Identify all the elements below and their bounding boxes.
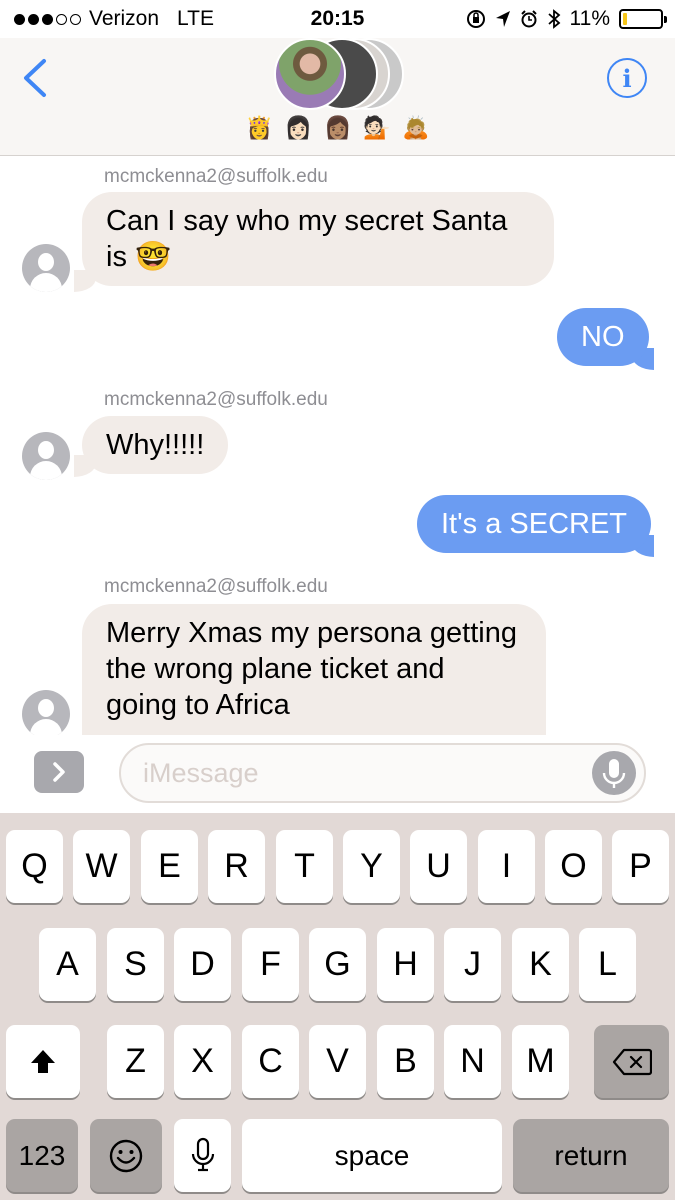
key-r[interactable]: R bbox=[208, 830, 265, 903]
participant-emoji: 🙇🏼 bbox=[402, 114, 432, 140]
dictation-button[interactable] bbox=[592, 751, 636, 795]
key-h[interactable]: H bbox=[377, 928, 434, 1001]
microphone-icon bbox=[191, 1137, 214, 1171]
space-key[interactable]: space bbox=[242, 1119, 502, 1192]
key-t[interactable]: T bbox=[276, 830, 333, 903]
shift-arrow-icon bbox=[31, 1049, 55, 1073]
key-y[interactable]: Y bbox=[343, 830, 400, 903]
participant-emojis[interactable]: 👸 👩🏻 👩🏽 💁🏻 🙇🏼 bbox=[0, 114, 675, 142]
key-b[interactable]: B bbox=[377, 1025, 434, 1098]
delete-key[interactable] bbox=[594, 1025, 669, 1098]
info-icon: i bbox=[622, 63, 632, 93]
key-u[interactable]: U bbox=[410, 830, 467, 903]
shift-key[interactable] bbox=[6, 1025, 80, 1098]
contact-avatar bbox=[22, 244, 70, 292]
dictation-key[interactable] bbox=[174, 1119, 231, 1192]
key-z[interactable]: Z bbox=[107, 1025, 164, 1098]
key-s[interactable]: S bbox=[107, 928, 164, 1001]
key-w[interactable]: W bbox=[73, 830, 130, 903]
key-k[interactable]: K bbox=[512, 928, 569, 1001]
contact-avatar bbox=[22, 432, 70, 480]
compose-bar bbox=[0, 735, 675, 813]
participant-emoji: 👩🏽 bbox=[324, 114, 354, 140]
info-button[interactable]: i bbox=[607, 58, 647, 98]
key-j[interactable]: J bbox=[444, 928, 501, 1001]
outgoing-message-bubble[interactable]: It's a SECRET bbox=[417, 495, 652, 553]
back-button[interactable] bbox=[18, 58, 54, 98]
key-f[interactable]: F bbox=[242, 928, 299, 1001]
return-key[interactable]: return bbox=[513, 1119, 669, 1192]
outgoing-message-bubble[interactable]: NO bbox=[557, 308, 649, 366]
participant-emoji: 👩🏻 bbox=[284, 114, 315, 140]
key-a[interactable]: A bbox=[39, 928, 96, 1001]
battery-icon bbox=[619, 9, 667, 29]
message-sender: mcmckenna2@suffolk.edu bbox=[104, 166, 328, 187]
emoji-key[interactable] bbox=[90, 1119, 162, 1192]
key-x[interactable]: X bbox=[174, 1025, 231, 1098]
key-i[interactable]: I bbox=[478, 830, 535, 903]
chevron-left-icon bbox=[24, 59, 46, 97]
message-sender: mcmckenna2@suffolk.edu bbox=[104, 389, 328, 410]
key-v[interactable]: V bbox=[309, 1025, 366, 1098]
avatar bbox=[274, 38, 346, 110]
key-l[interactable]: L bbox=[579, 928, 636, 1001]
status-icons: 11% bbox=[466, 7, 667, 31]
microphone-icon bbox=[602, 759, 626, 788]
incoming-message-bubble[interactable]: Merry Xmas my persona getting the wrong … bbox=[82, 604, 546, 735]
numbers-key[interactable]: 123 bbox=[6, 1119, 78, 1192]
key-e[interactable]: E bbox=[141, 830, 198, 903]
key-c[interactable]: C bbox=[242, 1025, 299, 1098]
location-arrow-icon bbox=[495, 11, 510, 27]
key-o[interactable]: O bbox=[545, 830, 602, 903]
apps-expand-button[interactable] bbox=[34, 751, 84, 793]
key-d[interactable]: D bbox=[174, 928, 231, 1001]
incoming-message-bubble[interactable]: Why!!!!! bbox=[82, 416, 229, 474]
battery-percent: 11% bbox=[569, 7, 610, 30]
message-sender: mcmckenna2@suffolk.edu bbox=[104, 576, 328, 597]
keyboard: Q W E R T Y U I O P A S D F G H J K L Z … bbox=[0, 813, 675, 1200]
backspace-icon bbox=[612, 1048, 652, 1075]
bluetooth-icon bbox=[547, 9, 560, 29]
key-q[interactable]: Q bbox=[6, 830, 63, 903]
conversation-header: 👸 👩🏻 👩🏽 💁🏻 🙇🏼 i bbox=[0, 38, 675, 156]
status-bar: Verizon LTE 20:15 11% bbox=[0, 0, 675, 38]
message-field[interactable] bbox=[119, 743, 646, 803]
chevron-right-icon bbox=[53, 762, 65, 782]
group-avatars[interactable] bbox=[270, 38, 410, 113]
incoming-message-bubble[interactable]: Can I say who my secret Santa is 🤓 bbox=[82, 192, 554, 286]
key-m[interactable]: M bbox=[512, 1025, 569, 1098]
participant-emoji: 💁🏻 bbox=[363, 114, 393, 140]
rotation-lock-icon bbox=[466, 10, 485, 28]
contact-avatar bbox=[22, 690, 70, 738]
key-n[interactable]: N bbox=[444, 1025, 501, 1098]
key-g[interactable]: G bbox=[309, 928, 366, 1001]
participant-emoji: 👸 bbox=[245, 114, 276, 140]
alarm-clock-icon bbox=[520, 10, 537, 28]
message-input[interactable] bbox=[143, 755, 573, 791]
key-p[interactable]: P bbox=[612, 830, 669, 903]
smiley-face-icon bbox=[109, 1139, 143, 1172]
